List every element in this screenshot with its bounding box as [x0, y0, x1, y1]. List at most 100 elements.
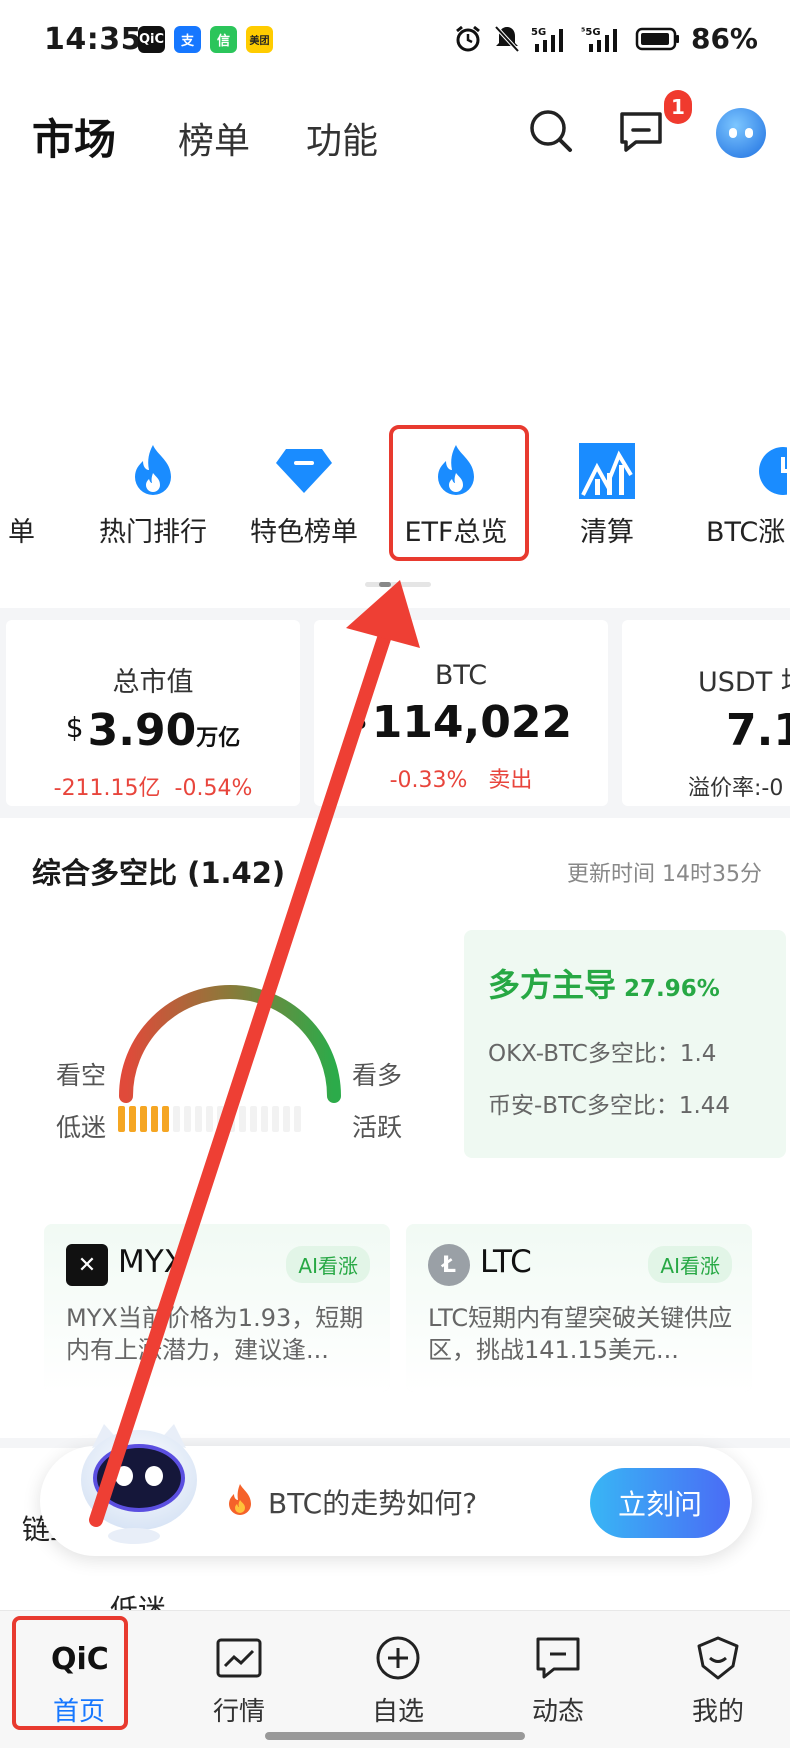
- mute-icon: [494, 25, 520, 52]
- stat-change-market-cap: -211.15亿 -0.54%: [6, 770, 300, 802]
- market-cap-pct: -0.54%: [174, 776, 253, 801]
- func-label-partial-right: BTC涨: [706, 517, 786, 548]
- alipay-app-icon: 支: [174, 26, 201, 53]
- message-app-icon: 信: [210, 26, 237, 53]
- btc-price: 114,022: [371, 697, 573, 748]
- label-high-activity: 活跃: [352, 1113, 403, 1142]
- activity-bar: [173, 1106, 180, 1132]
- user-avatar[interactable]: [716, 108, 766, 158]
- activity-bar: [195, 1106, 202, 1132]
- activity-bar: [294, 1106, 301, 1132]
- stat-card-btc[interactable]: BTC $114,022 -0.33% 卖出: [314, 620, 608, 806]
- clock-icon: [759, 447, 787, 495]
- func-label-partial-left: 单: [8, 517, 35, 548]
- label-low-activity: 低迷: [56, 1113, 107, 1142]
- etf-highlight-annotation: [389, 425, 529, 561]
- ai-description: MYX当前价格为1.93，短期内有上涨潜力，建议逢...: [66, 1304, 364, 1364]
- activity-bar: [261, 1106, 268, 1132]
- home-highlight-annotation: [12, 1616, 128, 1730]
- tab-watchlist[interactable]: 自选: [333, 1633, 463, 1728]
- func-label-liquidation: 清算: [580, 517, 634, 548]
- dominance-pct: 27.96%: [624, 976, 720, 1002]
- market-stats: 总市值 $3.90万亿 -211.15亿 -0.54% BTC $114,022…: [0, 608, 790, 818]
- ai-bullish-tag: AI看涨: [648, 1246, 732, 1283]
- search-icon[interactable]: [528, 108, 574, 154]
- signal-5g-icon-2: ⁵5G: [581, 27, 617, 52]
- market-cap-change: -211.15亿: [53, 776, 161, 801]
- activity-meter: [118, 1106, 301, 1132]
- func-item-partial-left[interactable]: 单: [0, 440, 45, 549]
- dominance-card[interactable]: 多方主导 27.96% OKX-BTC多空比：1.4 币安-BTC多空比：1.44: [464, 930, 786, 1158]
- tab-market[interactable]: 市场: [32, 106, 116, 167]
- tab-label-watchlist: 自选: [371, 1697, 424, 1727]
- diamond-icon: [276, 449, 332, 493]
- long-short-section: 综合多空比 (1.42) 更新时间 14时35分 看空 看多 低迷 活跃 多方主…: [0, 828, 790, 1458]
- tab-feed[interactable]: 动态: [493, 1633, 623, 1728]
- ltc-logo-icon: Ł: [428, 1244, 470, 1286]
- dominance-title: 多方主导 27.96%: [488, 960, 720, 1006]
- stat-card-usdt[interactable]: USDT 场 7.1 溢价率:-0: [622, 620, 790, 806]
- func-item-hot-ranking[interactable]: 热门排行: [78, 440, 228, 549]
- stat-value-btc: $114,022: [314, 697, 608, 748]
- activity-bar: [272, 1106, 279, 1132]
- activity-bar: [118, 1106, 125, 1132]
- battery-percent: 86%: [690, 22, 758, 55]
- stat-value-market-cap: $3.90万亿: [6, 705, 300, 756]
- ai-description: LTC短期内有望突破关键供应区，挑战141.15美元...: [428, 1304, 733, 1364]
- activity-bar: [250, 1106, 257, 1132]
- dominance-label: 多方主导: [488, 966, 617, 1004]
- ai-robot-mascot-icon[interactable]: [74, 1418, 204, 1548]
- signal-5g-icon: 5G: [531, 27, 563, 52]
- label-bullish: 看多: [352, 1061, 403, 1090]
- qic-app-icon: QiC: [138, 26, 165, 53]
- function-scroll-indicator: [365, 582, 431, 587]
- tab-rankings[interactable]: 榜单: [178, 112, 250, 164]
- ask-prompt[interactable]: BTC的走势如何?: [268, 1482, 477, 1522]
- svg-text:5G: 5G: [531, 27, 546, 38]
- ask-now-button[interactable]: 立刻问: [590, 1468, 730, 1538]
- activity-bar: [129, 1106, 136, 1132]
- tab-label-feed: 动态: [531, 1697, 584, 1727]
- activity-bar: [228, 1106, 235, 1132]
- alarm-icon: [456, 25, 480, 51]
- stat-change-btc: -0.33% 卖出: [314, 762, 608, 794]
- activity-bar: [151, 1106, 158, 1132]
- tab-quotes[interactable]: 行情: [174, 1633, 304, 1728]
- ai-bullish-tag: AI看涨: [286, 1246, 370, 1283]
- tab-label-profile: 我的: [691, 1697, 744, 1727]
- avatar-eye-left: [729, 128, 737, 138]
- ai-card-ltc[interactable]: Ł LTC AI看涨 LTC短期内有望突破关键供应区，挑战141.15美元...: [406, 1224, 752, 1392]
- activity-bar: [184, 1106, 191, 1132]
- tab-functions[interactable]: 功能: [306, 112, 378, 164]
- activity-bar: [140, 1106, 147, 1132]
- okx-ratio: OKX-BTC多空比：1.4: [488, 1041, 717, 1067]
- stat-title-usdt: USDT 场: [698, 667, 790, 698]
- message-icon[interactable]: [618, 108, 664, 154]
- message-count-badge: 1: [664, 90, 692, 124]
- market-cap-number: 3.90: [87, 705, 197, 756]
- usdt-premium: 溢价率:-0: [688, 776, 784, 801]
- ai-card-myx[interactable]: ✕ MYX AI看涨 MYX当前价格为1.93，短期内有上涨潜力，建议逢...: [44, 1224, 390, 1392]
- notification-app-icons: QiC 支 信 美团: [138, 26, 273, 53]
- func-item-liquidation[interactable]: 清算: [532, 440, 682, 549]
- stat-card-market-cap[interactable]: 总市值 $3.90万亿 -211.15亿 -0.54%: [6, 620, 300, 806]
- flame-icon: [135, 445, 171, 495]
- coin-name: LTC: [480, 1244, 532, 1280]
- myx-logo-icon: ✕: [66, 1244, 108, 1286]
- activity-bar: [217, 1106, 224, 1132]
- feed-icon: [536, 1637, 580, 1679]
- meituan-app-icon: 美团: [246, 26, 273, 53]
- long-short-title: 综合多空比 (1.42): [32, 856, 286, 890]
- status-time: 14:35: [44, 22, 142, 57]
- activity-bar: [206, 1106, 213, 1132]
- add-circle-icon: [376, 1636, 420, 1680]
- long-short-gauge: [119, 985, 341, 1103]
- func-label-hot-ranking: 热门排行: [99, 517, 207, 548]
- stat-title-market-cap: 总市值: [112, 667, 194, 698]
- usdt-price: 7.1: [726, 705, 790, 756]
- update-time: 更新时间 14时35分: [567, 862, 762, 887]
- label-bearish: 看空: [56, 1061, 107, 1090]
- func-item-featured-list[interactable]: 特色榜单: [229, 440, 379, 549]
- tab-profile[interactable]: 我的: [653, 1633, 783, 1728]
- func-item-partial-right[interactable]: BTC涨: [684, 440, 790, 549]
